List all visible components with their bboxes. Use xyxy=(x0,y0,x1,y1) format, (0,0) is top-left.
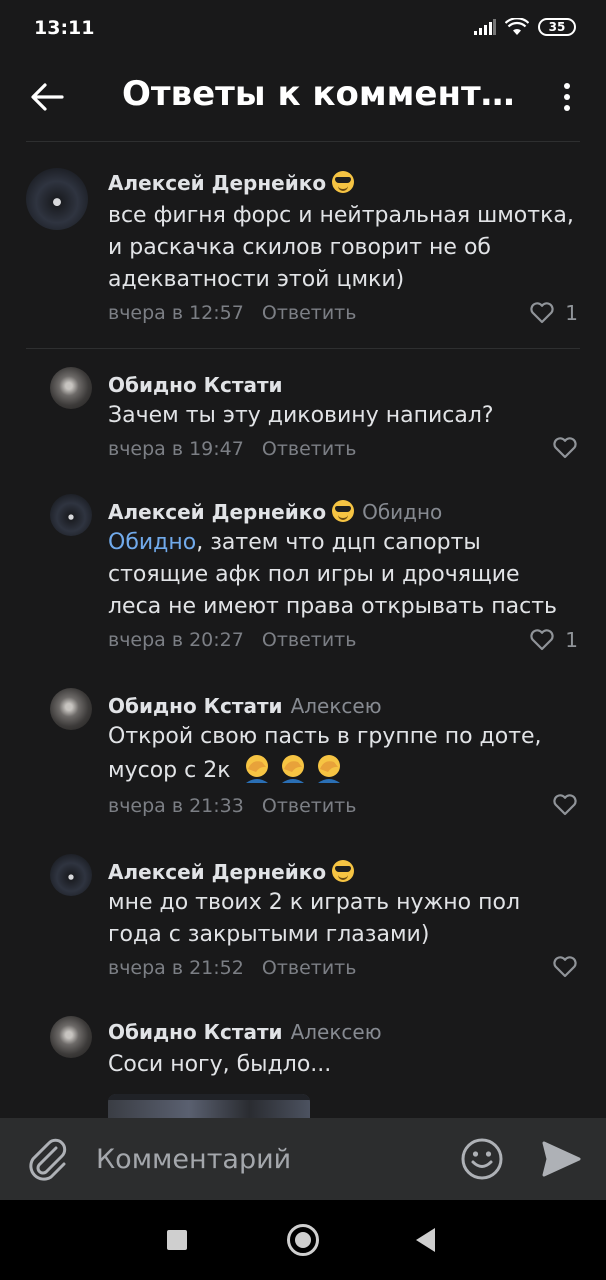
avatar[interactable] xyxy=(50,1016,92,1058)
comment-time: вчера в 12:57 xyxy=(108,302,244,324)
status-icons: 35 xyxy=(474,18,576,36)
smile-icon xyxy=(461,1138,503,1180)
comment-meta: вчера в 20:27 Ответить xyxy=(108,629,356,651)
reply-to-name[interactable]: Алексею xyxy=(291,694,382,718)
comment-meta: вчера в 21:52 Ответить xyxy=(108,957,356,979)
reply-to-name[interactable]: Обидно xyxy=(362,500,442,524)
attach-button[interactable] xyxy=(26,1136,70,1182)
avatar[interactable] xyxy=(50,367,92,409)
comment-text: Соси ногу, быдло... xyxy=(108,1052,332,1077)
heart-icon xyxy=(553,956,577,978)
author-name: Обидно Кстати xyxy=(108,694,283,718)
comment-time: вчера в 19:47 xyxy=(108,438,244,460)
more-vertical-icon-dot xyxy=(564,83,570,89)
sunglasses-emoji-icon xyxy=(332,860,355,882)
comment-time: вчера в 20:27 xyxy=(108,629,244,651)
heart-icon xyxy=(553,437,577,459)
comment-author[interactable]: Обидно Кстати xyxy=(108,373,283,397)
comment-text: Зачем ты эту диковину написал? xyxy=(108,403,494,428)
send-button[interactable] xyxy=(540,1138,582,1180)
like-button[interactable] xyxy=(552,437,578,459)
battery-icon: 35 xyxy=(538,18,576,36)
like-button[interactable] xyxy=(552,794,578,816)
comment-reply: Алексей Дернейко Обидно Обидно, затем что… xyxy=(0,476,606,661)
reply-button[interactable]: Ответить xyxy=(262,957,357,979)
author-name: Алексей Дернейко xyxy=(108,860,327,884)
author-name: Обидно Кстати xyxy=(108,373,283,397)
sunglasses-emoji-icon xyxy=(332,171,355,193)
more-vertical-icon-dot xyxy=(564,105,570,111)
facepalm-emoji-icon xyxy=(281,755,304,783)
comment-meta: вчера в 19:47 Ответить xyxy=(108,438,356,460)
author-name: Обидно Кстати xyxy=(108,1020,283,1044)
emoji-button[interactable] xyxy=(460,1137,504,1181)
heart-icon xyxy=(530,302,554,324)
comment-author[interactable]: Обидно Кстати Алексею xyxy=(108,694,382,718)
back-button[interactable] xyxy=(26,76,68,118)
like-button[interactable]: 1 xyxy=(529,628,578,652)
comment-text: мне до твоих 2 к играть нужно пол года с… xyxy=(108,890,521,947)
author-name: Алексей Дернейко xyxy=(108,500,327,524)
like-count: 1 xyxy=(565,628,578,652)
page-title: Ответы к комментарию xyxy=(122,74,522,114)
comment-root: Алексей Дернейко все фигня форс и нейтра… xyxy=(0,142,606,348)
avatar[interactable] xyxy=(50,854,92,896)
comments-list: Алексей Дернейко все фигня форс и нейтра… xyxy=(0,142,606,1118)
comment-meta: вчера в 12:57 Ответить xyxy=(108,302,356,324)
avatar[interactable] xyxy=(26,168,88,230)
app-header: Ответы к комментарию xyxy=(0,58,606,142)
send-icon xyxy=(542,1141,581,1177)
comment-reply: Обидно Кстати Алексею Открой свою пасть в… xyxy=(0,670,606,830)
sunglasses-emoji-icon xyxy=(332,500,355,522)
reply-button[interactable]: Ответить xyxy=(262,302,357,324)
home-button[interactable] xyxy=(287,1224,319,1256)
more-vertical-icon-dot xyxy=(564,94,570,100)
facepalm-emoji-icon xyxy=(245,755,268,783)
like-button[interactable]: 1 xyxy=(529,301,578,325)
comment-time: вчера в 21:52 xyxy=(108,957,244,979)
comment-text: Обидно, затем что дцп сапорты стоящие аф… xyxy=(108,527,578,623)
recents-button[interactable] xyxy=(167,1230,187,1250)
author-name: Алексей Дернейко xyxy=(108,171,327,195)
comment-author[interactable]: Алексей Дернейко Обидно xyxy=(108,500,442,524)
facepalm-emoji-icon xyxy=(317,755,340,783)
comment-text: все фигня форс и нейтральная шмотка, и р… xyxy=(108,203,574,292)
system-nav-bar xyxy=(0,1200,606,1280)
arrow-left-icon xyxy=(31,83,64,111)
reply-button[interactable]: Ответить xyxy=(262,438,357,460)
avatar[interactable] xyxy=(50,688,92,730)
signal-icon xyxy=(474,19,496,35)
comment-author[interactable]: Обидно Кстати Алексею xyxy=(108,1020,382,1044)
heart-icon xyxy=(553,794,577,816)
comment-reply: Обидно Кстати Алексею Соси ногу, быдло... xyxy=(0,998,606,1118)
reply-button[interactable]: Ответить xyxy=(262,795,357,817)
heart-icon xyxy=(530,629,554,651)
like-button[interactable] xyxy=(552,956,578,978)
image-attachment[interactable] xyxy=(108,1094,310,1118)
comment-input[interactable] xyxy=(96,1140,436,1178)
comment-author[interactable]: Алексей Дернейко xyxy=(108,171,355,195)
status-time: 13:11 xyxy=(34,17,95,39)
system-back-button[interactable] xyxy=(416,1228,435,1252)
battery-level: 35 xyxy=(548,20,566,34)
reply-button[interactable]: Ответить xyxy=(262,629,357,651)
paperclip-icon xyxy=(29,1138,67,1181)
comment-reply: Обидно Кстати Зачем ты эту диковину напи… xyxy=(0,349,606,471)
comment-reply: Алексей Дернейко мне до твоих 2 к играть… xyxy=(0,836,606,986)
comment-time: вчера в 21:33 xyxy=(108,795,244,817)
mention-link[interactable]: Обидно xyxy=(108,530,196,555)
like-count: 1 xyxy=(565,301,578,325)
wifi-icon xyxy=(505,18,529,35)
status-bar: 13:11 35 xyxy=(0,0,606,58)
more-button[interactable] xyxy=(552,76,582,118)
comment-composer xyxy=(0,1118,606,1200)
comment-text: Открой свою пасть в группе по доте, мусо… xyxy=(108,721,578,787)
avatar[interactable] xyxy=(50,494,92,536)
reply-to-name[interactable]: Алексею xyxy=(291,1020,382,1044)
comment-author[interactable]: Алексей Дернейко xyxy=(108,860,355,884)
comment-meta: вчера в 21:33 Ответить xyxy=(108,795,356,817)
